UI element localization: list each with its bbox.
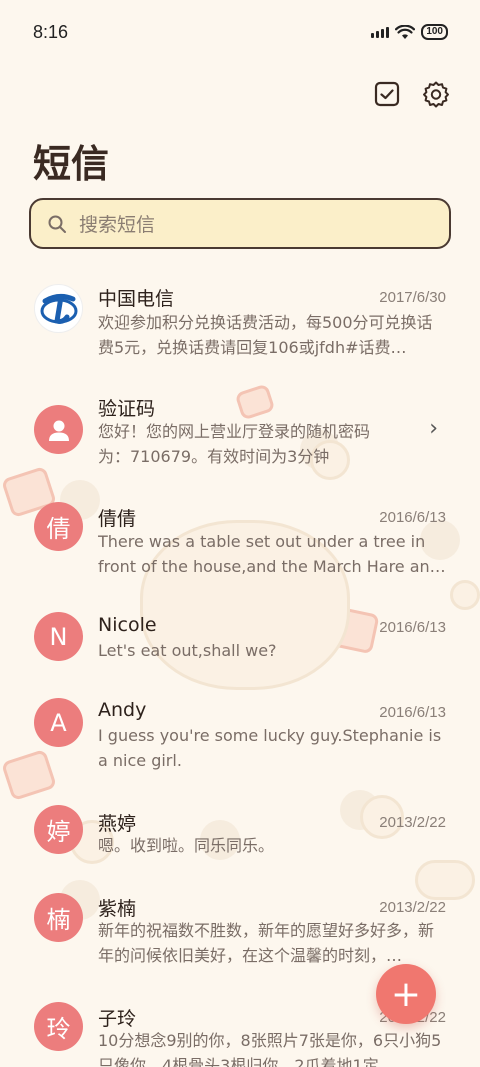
conversation-item[interactable]: 验证码 您好！您的网上营业厅登录的随机密码为：710679。有效时间为3分钟 › (0, 390, 480, 480)
avatar: A (34, 698, 83, 747)
new-message-button[interactable]: + (376, 964, 436, 1024)
signal-icon (371, 26, 390, 38)
conversation-item[interactable]: 婷 燕婷 2013/2/22 嗯。收到啦。同乐同乐。 (0, 805, 480, 875)
conversation-item[interactable]: 中国电信 2017/6/30 欢迎参加积分兑换话费活动，每500分可兑换话费5元… (0, 280, 480, 370)
battery-icon: 100 (421, 24, 448, 40)
conversation-item[interactable]: N Nicole 2016/6/13 Let's eat out,shall w… (0, 610, 480, 680)
china-telecom-logo (34, 284, 83, 333)
checkbox-icon (374, 81, 400, 107)
search-icon (48, 215, 66, 233)
conversation-date: 2016/6/13 (379, 619, 446, 636)
chevron-right-icon: › (429, 416, 438, 441)
conversation-date: 2016/6/13 (379, 509, 446, 526)
plus-icon: + (390, 973, 422, 1015)
avatar: N (34, 612, 83, 661)
telecom-logo-icon (40, 293, 77, 324)
search-placeholder: 搜索短信 (79, 214, 156, 236)
conversation-name: Nicole (98, 614, 157, 636)
conversation-preview: 嗯。收到啦。同乐同乐。 (98, 836, 275, 855)
wifi-icon (395, 24, 416, 39)
conversation-name: 验证码 (98, 398, 156, 420)
conversation-item[interactable]: 倩 倩倩 2016/6/13 There was a table set out… (0, 500, 480, 590)
status-time: 8:16 (33, 22, 69, 42)
conversation-date: 2016/6/13 (379, 704, 446, 721)
conversation-preview: 10分想念9别的你，8张照片7张是你，6只小狗5只像你，4根骨头3根归你，2爪着… (98, 1031, 442, 1067)
person-icon (48, 420, 69, 441)
page-title: 短信 (33, 142, 110, 186)
status-bar: 8:16 100 (0, 0, 480, 70)
avatar: 玲 (34, 1002, 83, 1051)
search-input[interactable]: 搜索短信 (29, 198, 451, 249)
conversation-preview: 您好！您的网上营业厅登录的随机密码为：710679。有效时间为3分钟 (98, 422, 371, 466)
conversation-date: 2013/2/22 (379, 899, 446, 916)
conversation-preview: There was a table set out under a tree i… (98, 532, 446, 576)
settings-button[interactable] (421, 79, 451, 109)
conversation-preview: Let's eat out,shall we? (98, 641, 277, 660)
avatar: 楠 (34, 893, 83, 942)
status-icons: 100 (371, 24, 448, 40)
conversation-name: 紫楠 (98, 898, 137, 920)
conversation-preview: 新年的祝福数不胜数，新年的愿望好多好多，新年的问候依旧美好，在这个温馨的时刻，… (98, 921, 435, 965)
avatar: 倩 (34, 502, 83, 551)
conversation-name: 燕婷 (98, 813, 137, 835)
avatar: 婷 (34, 805, 83, 854)
select-messages-button[interactable] (372, 79, 402, 109)
conversation-date: 2013/2/22 (379, 814, 446, 831)
conversation-date: 2017/6/30 (379, 289, 446, 306)
conversation-name: 中国电信 (98, 288, 175, 310)
avatar (34, 405, 83, 454)
conversation-name: Andy (98, 699, 147, 721)
conversation-preview: I guess you're some lucky guy.Stephanie … (98, 726, 442, 770)
conversation-item[interactable]: A Andy 2016/6/13 I guess you're some luc… (0, 695, 480, 785)
conversation-name: 子玲 (98, 1008, 137, 1030)
conversation-preview: 欢迎参加积分兑换话费活动，每500分可兑换话费5元，兑换话费请回复106或jfd… (98, 313, 433, 357)
gear-icon (423, 81, 449, 108)
conversation-name: 倩倩 (98, 508, 137, 530)
